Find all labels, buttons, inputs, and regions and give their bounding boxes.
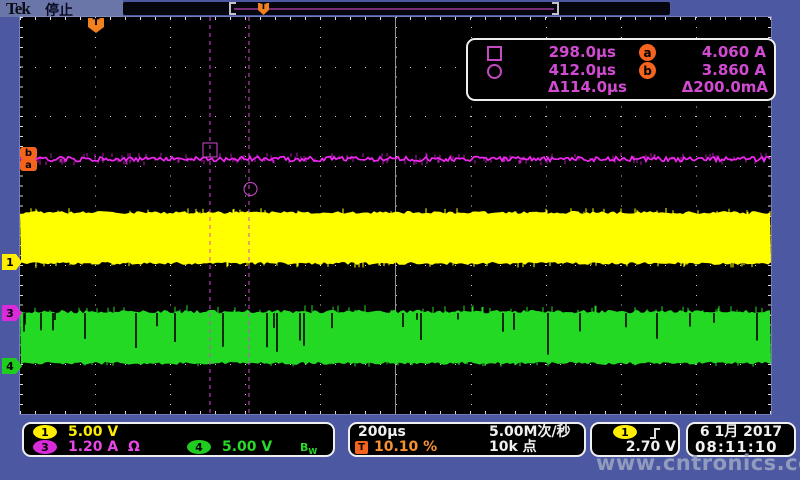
cursor-b-badge: b: [639, 62, 656, 79]
channel3-position-marker: 3: [2, 305, 22, 321]
watermark: www.cntronics.com: [596, 451, 800, 475]
horizontal-row-1: 200µs 5.00M次/秒: [350, 425, 584, 440]
trigger-row-1: 1: [592, 425, 678, 440]
cursor-row-delta: Δ114.0µs Δ200.0mA: [468, 78, 774, 96]
record-length: 10k 点: [489, 440, 537, 455]
channel1-waveform: [20, 211, 771, 265]
cursor-a-value: 4.060 A: [656, 43, 766, 61]
record-waveform-preview: [234, 8, 554, 10]
channel3-scale: 1.20 A: [68, 440, 118, 455]
channel4-badge: 4: [187, 440, 211, 454]
cursor-b-marker: b: [20, 147, 37, 159]
channel1-position-marker: 1: [2, 254, 22, 270]
oscilloscope-screen: { "title_bar": {"logo": "Tek", "status":…: [0, 0, 800, 480]
square-cursor-icon: [487, 46, 502, 61]
channel1-badge: 1: [33, 425, 57, 439]
cursor-b-value: 3.860 A: [656, 61, 766, 79]
trigger-position-percent: 10.10 %: [374, 440, 437, 455]
channel3-channel4-readout: 3 1.20 A Ω 4 5.00 V BW: [24, 440, 333, 455]
cursor2-time: 412.0µs: [516, 61, 616, 79]
record-window-left-bracket-icon: [229, 2, 236, 15]
trigger-source-badge: 1: [613, 425, 637, 439]
channel3-waveform: [20, 157, 770, 162]
channel4-scale: 5.00 V: [222, 440, 272, 455]
cursor-delta-value: Δ200.0mA: [658, 78, 768, 96]
record-window-right-bracket-icon: [552, 2, 559, 15]
record-trigger-icon: T: [258, 3, 269, 15]
sample-rate: 5.00M次/秒: [489, 425, 571, 440]
channel4-position-marker: 4: [2, 358, 22, 374]
channel3-coupling: Ω: [128, 440, 140, 455]
timebase: 200µs: [358, 425, 406, 440]
circle-cursor-icon: [487, 64, 502, 79]
cursor-row-1: 298.0µs a 4.060 A: [468, 43, 774, 61]
channel3-badge: 3: [33, 440, 57, 454]
cursor-row-2: 412.0µs b 3.860 A: [468, 61, 774, 79]
horizontal-row-2: T 10.10 % 10k 点: [350, 440, 584, 455]
cursor-a-badge: a: [639, 44, 656, 61]
trigger-t-badge: T: [355, 441, 368, 454]
cursor-2-circle-marker: [244, 183, 257, 196]
cursor-a-marker: a: [20, 159, 37, 171]
channel1-scale: 5.00 V: [68, 425, 118, 440]
cursor-readout-box: 298.0µs a 4.060 A 412.0µs b 3.860 A Δ114…: [466, 38, 776, 101]
horizontal-acquisition-box: 200µs 5.00M次/秒 T 10.10 % 10k 点: [348, 422, 586, 457]
cursor1-time: 298.0µs: [516, 43, 616, 61]
channel4-waveform: [20, 310, 771, 365]
rising-edge-icon: [648, 426, 662, 440]
cursor-delta-time: Δ114.0µs: [527, 78, 627, 96]
channel-scale-box: 1 5.00 V 3 1.20 A Ω 4 5.00 V BW: [22, 422, 335, 457]
title-strip: Tek 停止: [0, 0, 123, 17]
channel1-readout: 1 5.00 V: [24, 425, 333, 440]
bandwidth-limit-icon: BW: [300, 440, 317, 459]
record-view-bar: T: [123, 2, 670, 15]
